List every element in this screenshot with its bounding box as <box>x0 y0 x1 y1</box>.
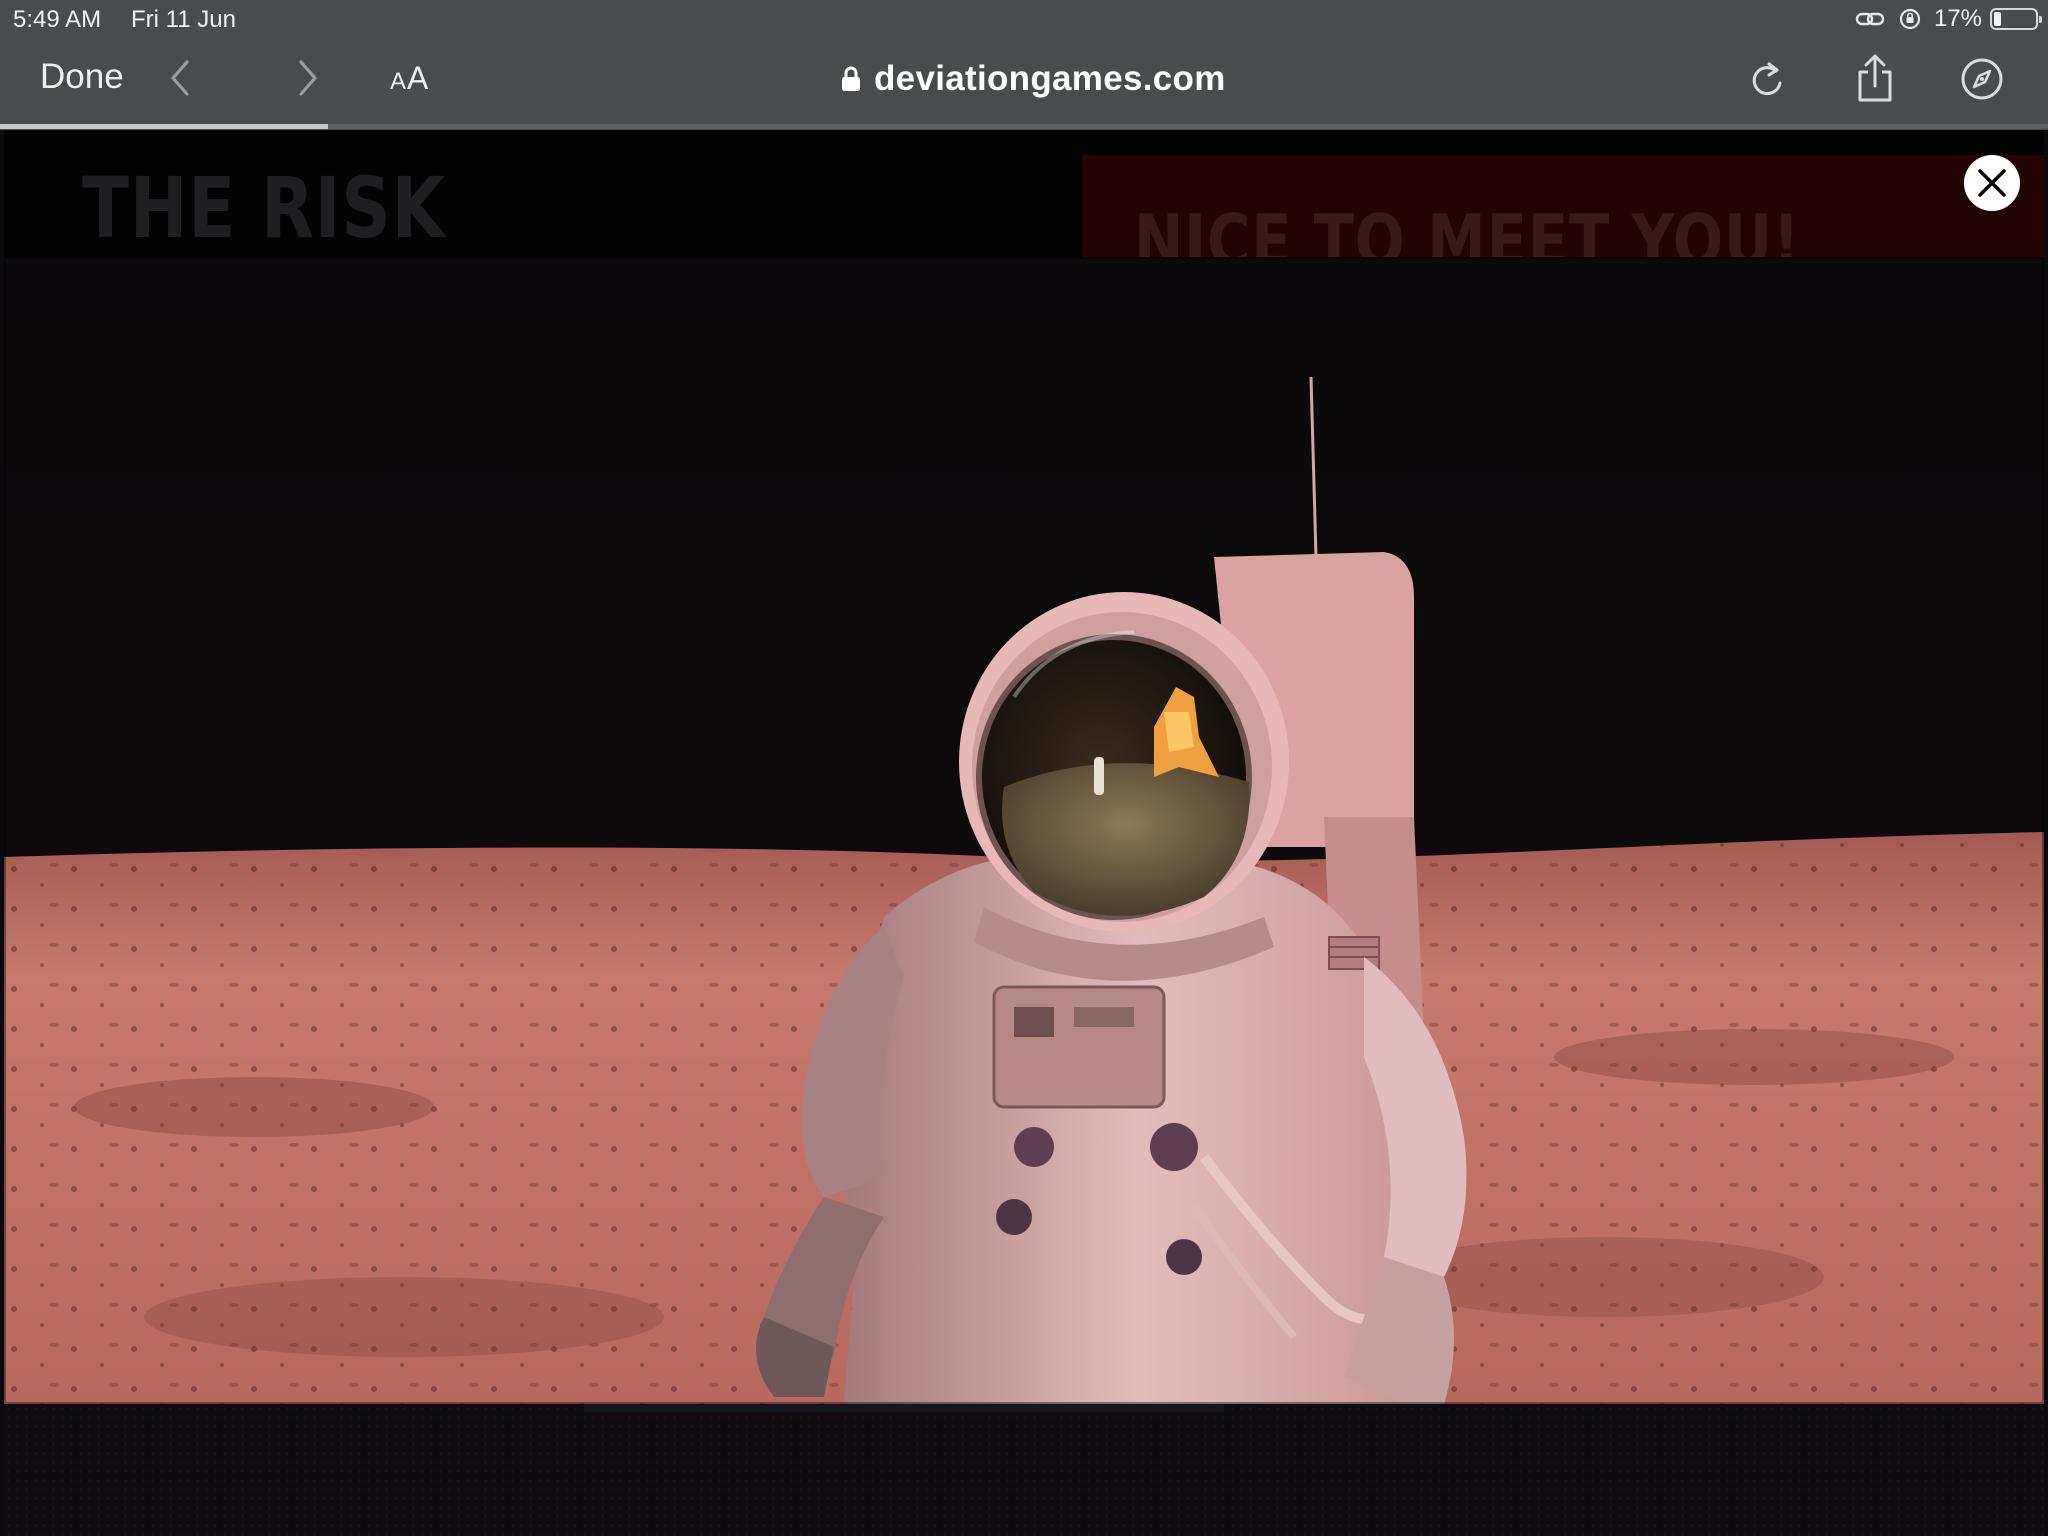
compass-icon <box>1961 58 2003 100</box>
forward-chevron-icon <box>299 60 317 96</box>
close-icon <box>1978 169 2006 197</box>
web-page: THE RISK NICE TO MEET YOU! <box>4 131 2044 1536</box>
link-icon <box>1854 8 1886 30</box>
done-button[interactable]: Done <box>40 57 124 97</box>
page-header: THE RISK NICE TO MEET YOU! <box>4 131 2044 265</box>
status-time: 5:49 AM <box>13 6 102 33</box>
reload-icon <box>1752 62 1782 96</box>
address-bar[interactable]: deviationgames.com <box>840 54 1226 104</box>
browser-toolbar: Done AA deviationgames.com <box>0 40 2048 118</box>
battery-icon <box>1990 8 2042 30</box>
browser-chrome: 5:49 AM Fri 11 Jun 17% Done AA deviation… <box>0 0 2048 130</box>
video-player[interactable] <box>4 257 2044 1404</box>
battery-level <box>1994 12 2001 26</box>
reload-button[interactable] <box>1740 52 1794 106</box>
back-button[interactable] <box>158 54 202 102</box>
share-icon <box>1858 54 1892 102</box>
footer-bar <box>584 1404 1224 1412</box>
page-load-progress <box>0 124 2048 129</box>
forward-button[interactable] <box>286 54 330 102</box>
status-right: 17% <box>1854 4 2042 34</box>
battery-percent: 17% <box>1933 5 1982 32</box>
section-heading-risk: THE RISK <box>82 159 446 257</box>
lock-icon <box>842 66 860 91</box>
status-date: Fri 11 Jun <box>131 6 236 33</box>
close-video-button[interactable] <box>1964 155 2020 211</box>
text-size-large: A <box>407 60 430 96</box>
back-chevron-icon <box>171 60 189 96</box>
intro-heading: NICE TO MEET YOU! <box>1134 199 1801 265</box>
astronaut-video-frame <box>4 257 2044 1404</box>
text-size-small: A <box>390 68 408 95</box>
compass-button[interactable] <box>1955 52 2009 106</box>
share-button[interactable] <box>1848 52 1902 106</box>
status-bar: 5:49 AM Fri 11 Jun 17% <box>0 0 2048 38</box>
intro-banner: NICE TO MEET YOU! <box>1082 155 2044 265</box>
text-size-button[interactable]: AA <box>390 60 429 97</box>
orientation-lock-icon <box>1894 8 1926 30</box>
page-footer <box>4 1404 2044 1536</box>
page-load-progress-fill <box>0 124 328 129</box>
url-text: deviationgames.com <box>874 59 1226 98</box>
